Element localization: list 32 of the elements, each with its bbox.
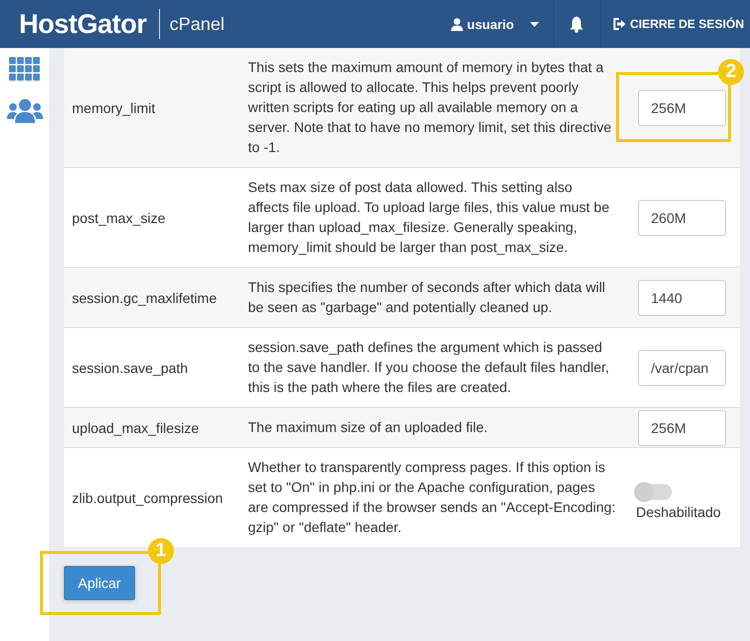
value-field[interactable]: /var/cpan [638,350,726,386]
apply-button[interactable]: Aplicar [64,566,135,600]
setting-description: This specifies the number of seconds after which data will be seen as "garbage" and potentially cleaned up. [247,278,606,317]
callout-number: 2 [718,58,744,84]
logout-link[interactable]: CIERRE DE SESIÓN [600,0,750,48]
caret-icon [530,22,539,26]
setting-name: zlib.output_compression [72,488,223,508]
value-field[interactable]: 1440 [638,280,726,316]
setting-name: memory_limit [72,98,156,118]
setting-name: session.save_path [72,358,188,378]
bell-icon [569,16,584,32]
setting-description: This sets the maximum amount of memory in bytes that a script is allowed to allocate. This helps prevent poorly written scripts for eating up all available memory on a server. Note that to have no memory limit, set this directive to -1. [247,58,612,157]
callout-number: 1 [148,538,174,564]
setting-name: post_max_size [72,208,166,228]
logo: HostGator [18,8,147,40]
logout-icon [612,18,626,30]
users-icon[interactable] [6,98,42,123]
value-field[interactable]: 256M [638,90,726,126]
grid-icon[interactable] [9,57,40,82]
toggle-switch[interactable] [636,484,672,500]
user-icon [451,18,463,30]
setting-description: Sets max size of post data allowed. This setting also affects file upload. To upload large files, this value must be larger than upload_max_filesize. Generally speaking, memory_limit should be larger than post_max_size. [247,178,610,257]
setting-name: upload_max_filesize [72,418,199,438]
value-field[interactable]: 256M [638,410,726,446]
user-menu[interactable]: usuario [441,0,553,48]
toggle-label: Deshabilitado [636,502,721,522]
setting-description: Whether to transparently compress pages. If this option is set to "On" in php.ini or the Apache configuration, pages are compressed if the browser sends an "Accept-Encoding: gzip" or "deflate" header. [247,458,617,537]
setting-description: The maximum size of an uploaded file. [247,418,489,437]
setting-description: session.save_path defines the argument which is passed to the save handler. If you choose the default files handler, this is the path where the files are created. [247,338,610,397]
value-field[interactable]: 260M [638,200,726,236]
setting-name: session.gc_maxlifetime [72,288,217,308]
product-name: cPanel [170,14,225,34]
